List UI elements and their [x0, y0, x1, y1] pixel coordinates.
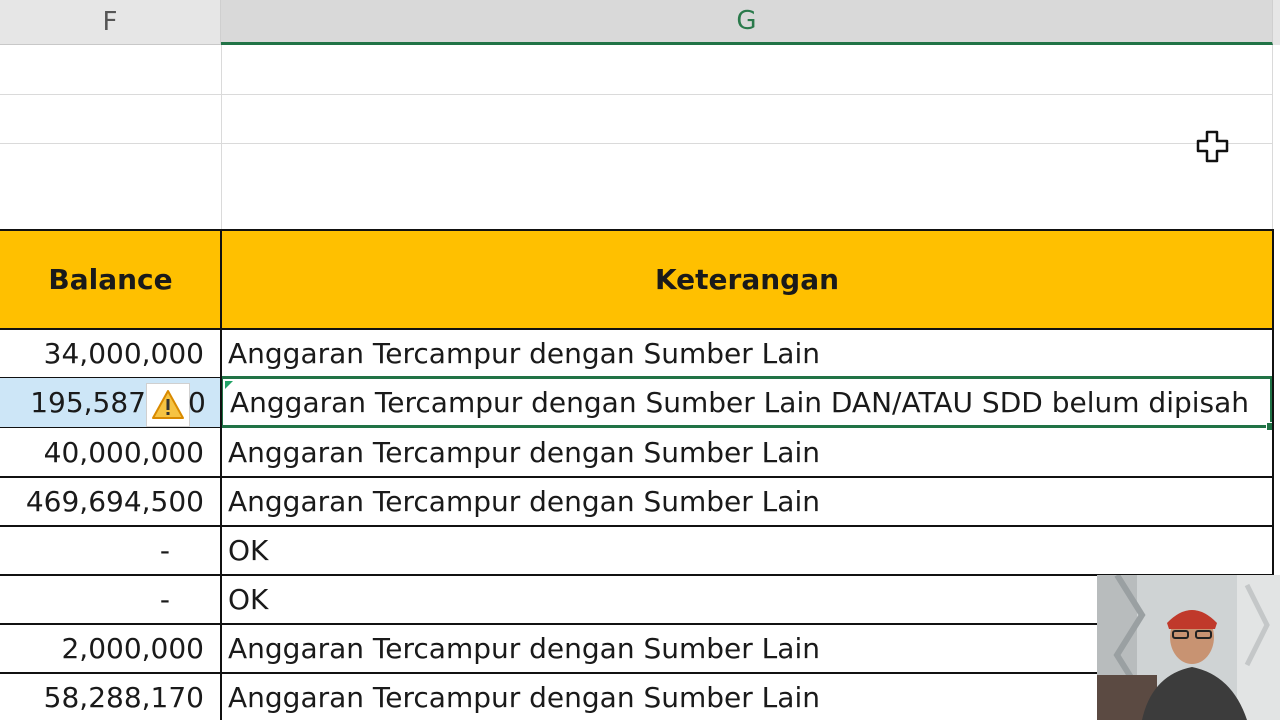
balance-cell[interactable]: 40,000,000 [0, 429, 220, 476]
header-keterangan[interactable]: Keterangan [222, 230, 1272, 328]
keterangan-cell-active[interactable]: Anggaran Tercampur dengan Sumber Lain DA… [220, 376, 1273, 428]
balance-cell[interactable]: - [0, 527, 220, 574]
keterangan-cell[interactable]: Anggaran Tercampur dengan Sumber Lain [222, 478, 1272, 525]
keterangan-cell[interactable]: OK [222, 576, 1096, 623]
comment-indicator [225, 381, 233, 389]
header-balance[interactable]: Balance [0, 230, 221, 328]
balance-cell[interactable]: 58,288,170 [0, 674, 220, 720]
table-border [0, 229, 1274, 231]
table-border [0, 328, 1274, 330]
table-border [0, 525, 1274, 527]
column-header-f[interactable]: F [0, 0, 221, 45]
balance-cell[interactable]: 195,587 [0, 378, 146, 427]
keterangan-cell[interactable]: OK [222, 527, 1272, 574]
balance-cell-tail[interactable]: 0 [188, 378, 206, 427]
table-border [0, 574, 1274, 576]
keterangan-cell[interactable]: Anggaran Tercampur dengan Sumber Lain [222, 674, 1096, 720]
empty-cell[interactable] [0, 46, 221, 94]
gridline [1272, 45, 1273, 230]
empty-cell[interactable] [222, 95, 1272, 143]
balance-cell[interactable]: 469,694,500 [0, 478, 220, 525]
empty-cell[interactable] [222, 144, 1272, 230]
column-header-g[interactable]: G [221, 0, 1273, 45]
cell-select-cursor-icon [1196, 130, 1230, 164]
keterangan-cell[interactable]: Anggaran Tercampur dengan Sumber Lain [222, 625, 1096, 672]
balance-cell[interactable]: 2,000,000 [0, 625, 220, 672]
table-border [1272, 229, 1274, 575]
table-border [0, 427, 221, 428]
webcam-overlay [1097, 575, 1280, 720]
keterangan-cell[interactable]: Anggaran Tercampur dengan Sumber Lain [222, 330, 1272, 377]
empty-cell[interactable] [0, 95, 221, 143]
empty-cell[interactable] [0, 144, 221, 230]
table-border [0, 672, 1097, 674]
column-header-next[interactable] [1273, 0, 1280, 45]
warning-icon[interactable] [146, 383, 190, 427]
balance-cell[interactable]: 34,000,000 [0, 330, 220, 377]
keterangan-cell[interactable]: Anggaran Tercampur dengan Sumber Lain [222, 429, 1272, 476]
table-border [0, 476, 1274, 478]
table-border [0, 623, 1097, 625]
empty-cell[interactable] [222, 46, 1272, 94]
balance-cell[interactable]: - [0, 576, 220, 623]
table-border [0, 377, 221, 378]
table-border [220, 229, 222, 720]
